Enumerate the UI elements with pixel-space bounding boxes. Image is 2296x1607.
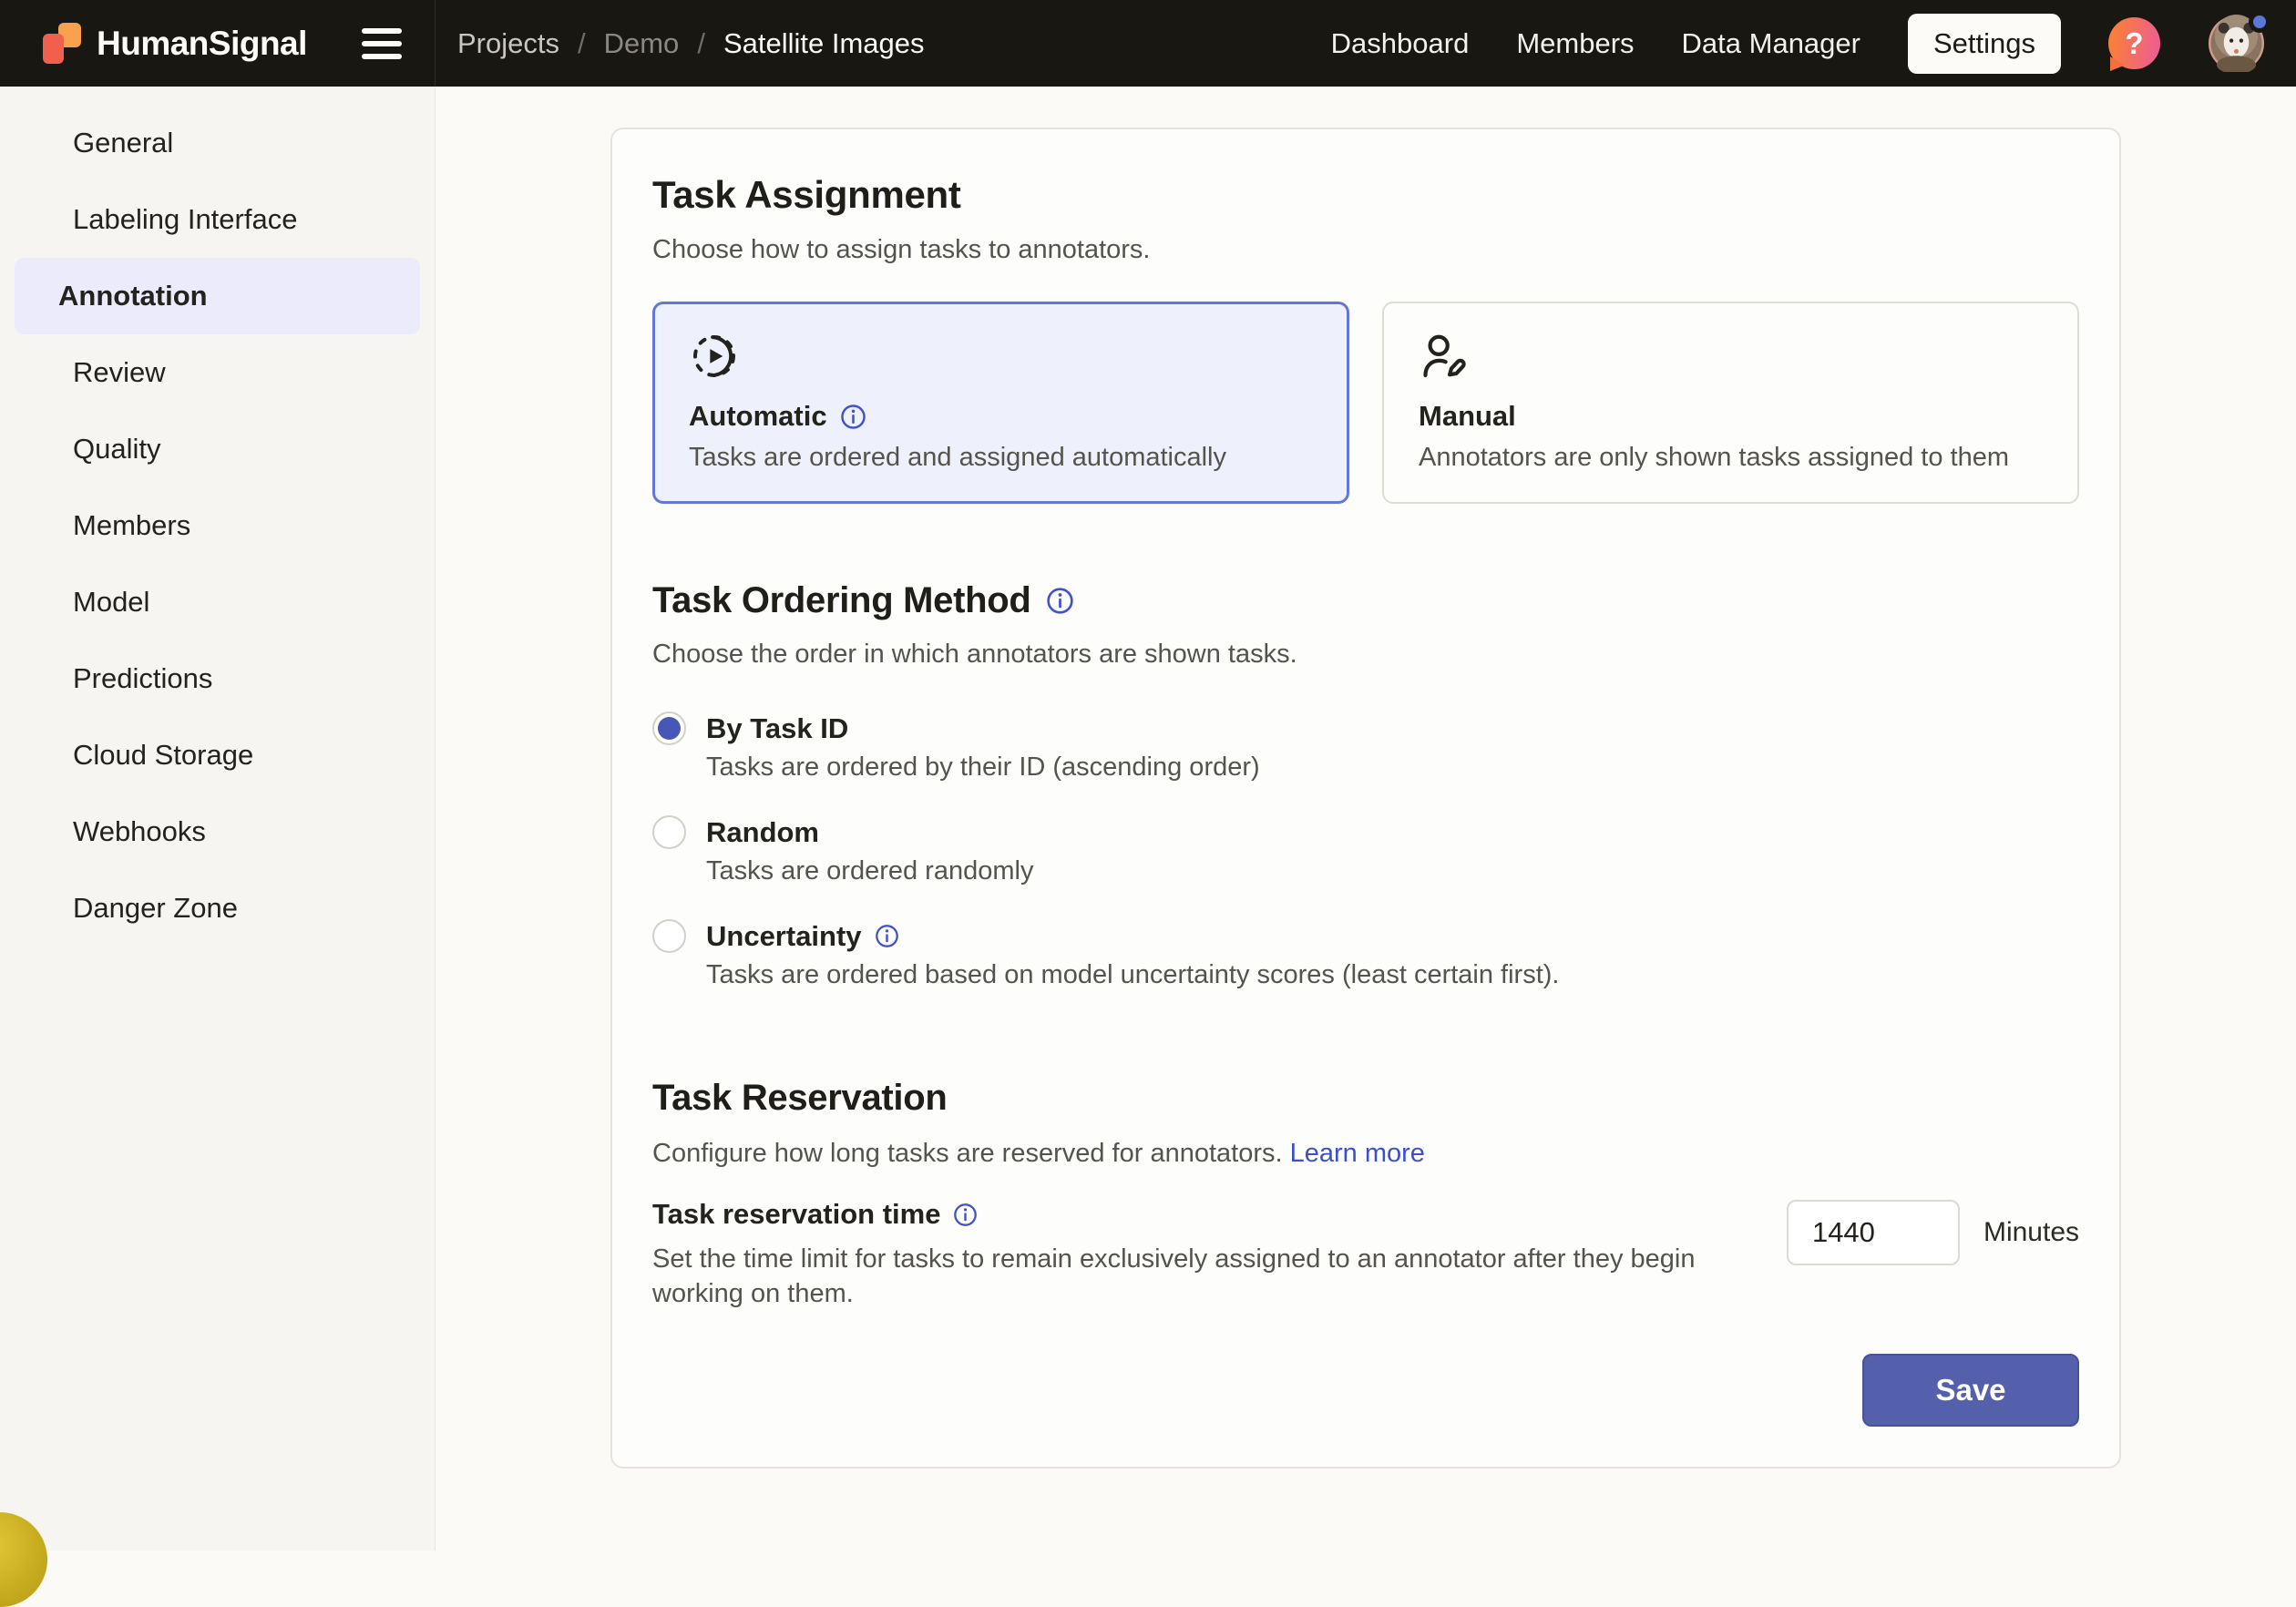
radio-label-text: Uncertainty bbox=[706, 920, 862, 953]
sidebar-item-labeling-interface[interactable]: Labeling Interface bbox=[15, 181, 420, 258]
nav-dashboard[interactable]: Dashboard bbox=[1331, 27, 1470, 60]
humansignal-logo[interactable]: HumanSignal bbox=[40, 23, 307, 65]
learn-more-link[interactable]: Learn more bbox=[1290, 1139, 1425, 1168]
task-reservation-subtitle-text: Configure how long tasks are reserved fo… bbox=[652, 1139, 1283, 1168]
option-card-manual[interactable]: Manual Annotators are only shown tasks a… bbox=[1382, 302, 2079, 504]
nav-data-manager[interactable]: Data Manager bbox=[1682, 27, 1860, 60]
task-reservation-subtitle: Configure how long tasks are reserved fo… bbox=[652, 1139, 2079, 1169]
nav-members[interactable]: Members bbox=[1516, 27, 1634, 60]
breadcrumb-projects[interactable]: Projects bbox=[457, 27, 559, 60]
topbar-right-section: Dashboard Members Data Manager Settings … bbox=[1331, 14, 2296, 74]
reservation-unit-label: Minutes bbox=[1983, 1200, 2079, 1265]
sidebar-item-members[interactable]: Members bbox=[15, 487, 420, 564]
radio-random[interactable]: Random bbox=[652, 815, 2079, 849]
reservation-time-row: Task reservation time Set the time limit… bbox=[652, 1198, 2079, 1312]
reservation-time-label-text: Task reservation time bbox=[652, 1198, 940, 1231]
reservation-time-input[interactable] bbox=[1787, 1200, 1960, 1265]
sidebar-item-review[interactable]: Review bbox=[15, 334, 420, 411]
option-title-manual: Manual bbox=[1419, 400, 1516, 433]
breadcrumb-separator: / bbox=[697, 27, 705, 60]
annotation-settings-card: Task Assignment Choose how to assign tas… bbox=[610, 128, 2121, 1469]
task-reservation-title: Task Reservation bbox=[652, 1078, 2079, 1119]
sidebar-item-cloud-storage[interactable]: Cloud Storage bbox=[15, 717, 420, 793]
option-desc-automatic: Tasks are ordered and assigned automatic… bbox=[689, 443, 1313, 473]
radio-desc: Tasks are ordered randomly bbox=[706, 856, 2079, 886]
settings-content-area: Task Assignment Choose how to assign tas… bbox=[436, 87, 2296, 1551]
task-ordering-title: Task Ordering Method bbox=[652, 580, 2079, 621]
assignment-option-cards: Automatic Tasks are ordered and assigned… bbox=[652, 302, 2079, 504]
breadcrumb-current-page: Satellite Images bbox=[723, 27, 925, 60]
ordering-radio-group: By Task ID Tasks are ordered by their ID… bbox=[652, 711, 2079, 990]
sidebar-item-predictions[interactable]: Predictions bbox=[15, 640, 420, 717]
user-avatar[interactable] bbox=[2208, 15, 2265, 72]
breadcrumb-project-demo[interactable]: Demo bbox=[604, 27, 680, 60]
radio-desc: Tasks are ordered based on model uncerta… bbox=[706, 960, 2079, 990]
radio-option-by-task-id: By Task ID Tasks are ordered by their ID… bbox=[652, 711, 2079, 783]
task-assignment-subtitle: Choose how to assign tasks to annotators… bbox=[652, 235, 2079, 265]
info-icon[interactable] bbox=[840, 404, 866, 430]
option-card-automatic[interactable]: Automatic Tasks are ordered and assigned… bbox=[652, 302, 1349, 504]
help-bubble-icon[interactable]: ? bbox=[2108, 17, 2160, 69]
sidebar-item-general[interactable]: General bbox=[15, 105, 420, 181]
user-pen-icon bbox=[1419, 331, 2043, 382]
info-icon[interactable] bbox=[1046, 587, 1074, 615]
nav-settings-button[interactable]: Settings bbox=[1908, 14, 2061, 74]
save-button[interactable]: Save bbox=[1862, 1354, 2079, 1427]
radio-uncertainty[interactable]: Uncertainty bbox=[652, 919, 2079, 953]
task-ordering-title-text: Task Ordering Method bbox=[652, 580, 1031, 621]
reservation-input-group: Minutes bbox=[1787, 1198, 2079, 1312]
humansignal-logo-icon bbox=[40, 23, 82, 65]
reservation-time-description: Set the time limit for tasks to remain e… bbox=[652, 1242, 1723, 1312]
sidebar-item-danger-zone[interactable]: Danger Zone bbox=[15, 870, 420, 947]
task-ordering-subtitle: Choose the order in which annotators are… bbox=[652, 640, 2079, 670]
autoplay-icon bbox=[689, 331, 1313, 382]
radio-circle bbox=[652, 711, 686, 745]
reservation-label-block: Task reservation time Set the time limit… bbox=[652, 1198, 1723, 1312]
radio-desc: Tasks are ordered by their ID (ascending… bbox=[706, 752, 2079, 783]
task-assignment-title: Task Assignment bbox=[652, 173, 2079, 217]
breadcrumb-separator: / bbox=[578, 27, 586, 60]
topbar-left-section: HumanSignal bbox=[0, 0, 436, 87]
radio-circle bbox=[652, 815, 686, 849]
breadcrumb: Projects / Demo / Satellite Images bbox=[457, 27, 925, 60]
option-desc-manual: Annotators are only shown tasks assigned… bbox=[1419, 443, 2043, 473]
notification-dot bbox=[2249, 11, 2270, 33]
option-title-automatic: Automatic bbox=[689, 400, 827, 433]
hamburger-menu-icon[interactable] bbox=[362, 23, 402, 65]
radio-option-random: Random Tasks are ordered randomly bbox=[652, 815, 2079, 886]
radio-circle bbox=[652, 919, 686, 953]
radio-option-uncertainty: Uncertainty Tasks are ordered based on m… bbox=[652, 919, 2079, 990]
radio-by-task-id[interactable]: By Task ID bbox=[652, 711, 2079, 745]
info-icon[interactable] bbox=[953, 1203, 978, 1227]
sidebar-item-webhooks[interactable]: Webhooks bbox=[15, 793, 420, 870]
save-row: Save bbox=[652, 1354, 2079, 1427]
settings-sidebar: General Labeling Interface Annotation Re… bbox=[0, 87, 436, 1551]
radio-label: Uncertainty bbox=[706, 920, 899, 953]
sidebar-item-quality[interactable]: Quality bbox=[15, 411, 420, 487]
sidebar-item-model[interactable]: Model bbox=[15, 564, 420, 640]
top-navigation-bar: HumanSignal Projects / Demo / Satellite … bbox=[0, 0, 2296, 87]
sidebar-item-annotation[interactable]: Annotation bbox=[15, 258, 420, 334]
info-icon[interactable] bbox=[875, 924, 899, 948]
logo-text: HumanSignal bbox=[97, 25, 307, 63]
radio-label: By Task ID bbox=[706, 712, 848, 745]
radio-label: Random bbox=[706, 816, 819, 849]
reservation-time-label: Task reservation time bbox=[652, 1198, 1723, 1231]
